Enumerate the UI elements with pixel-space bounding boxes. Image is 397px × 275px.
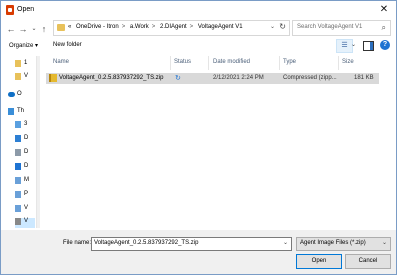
file-name-value: VoltageAgent_0.2.5.837937292_TS.zip <box>94 240 199 246</box>
column-header-name[interactable]: Name <box>53 59 69 65</box>
file-type-value: Agent Image Files (*.zip) <box>300 240 366 246</box>
cancel-button[interactable]: Cancel <box>345 254 391 269</box>
file-date: 2/12/2021 2:24 PM <box>213 75 264 81</box>
nav-item-downloads[interactable]: D <box>15 163 35 173</box>
back-arrow-icon[interactable]: ← <box>6 23 16 35</box>
new-folder-button[interactable]: New folder <box>53 42 82 48</box>
nav-item-label: P <box>24 191 29 197</box>
column-divider[interactable] <box>170 56 171 70</box>
preview-pane-icon[interactable] <box>363 41 374 51</box>
recent-locations-chevron-icon[interactable]: ⌄ <box>29 23 39 35</box>
breadcrumb-overflow[interactable]: « <box>68 24 71 30</box>
column-header-size[interactable]: Size <box>342 59 354 65</box>
nav-item-label: D <box>24 163 29 169</box>
search-input[interactable]: Search VoltageAgent V1 ⌕ <box>292 20 391 36</box>
search-icon: ⌕ <box>381 23 386 32</box>
column-divider[interactable] <box>338 56 339 70</box>
drive-icon <box>15 218 21 225</box>
onedrive-icon <box>8 92 15 97</box>
nav-item-label: V <box>24 205 29 211</box>
sync-status-icon: ↻ <box>175 75 181 82</box>
search-placeholder: Search VoltageAgent V1 <box>297 24 363 30</box>
nav-item-label: V <box>24 218 29 224</box>
videos-icon <box>15 205 21 212</box>
music-icon <box>15 177 21 184</box>
breadcrumb-onedrive[interactable]: OneDrive - Itron <box>76 24 119 30</box>
nav-item-label: V <box>24 73 29 79</box>
chevron-down-icon: ⌄ <box>381 240 387 246</box>
pictures-icon <box>15 191 21 198</box>
nav-item-music[interactable]: M <box>15 177 35 187</box>
nav-item-onedrive[interactable]: O <box>8 91 28 101</box>
close-icon[interactable]: ✕ <box>378 4 390 16</box>
nav-item-label: 3 <box>24 121 28 127</box>
up-arrow-icon[interactable]: ↑ <box>39 23 49 35</box>
file-name-label: File name: <box>63 240 92 246</box>
file-list: Name Status Date modified Type Size Volt… <box>40 56 389 228</box>
app-icon <box>6 5 14 15</box>
file-type-select[interactable]: Agent Image Files (*.zip) ⌄ <box>296 237 391 251</box>
zip-file-icon <box>49 74 57 82</box>
breadcrumb-work[interactable]: a.Work <box>130 24 149 30</box>
file-row[interactable]: VoltageAgent_0.2.5.837937292_TS.zip ↻ 2/… <box>46 73 379 84</box>
file-type: Compressed (zipp... <box>283 75 337 81</box>
open-button[interactable]: Open <box>296 254 342 269</box>
breadcrumb: « OneDrive - Itron > a.Work > 2.DIAgent > V… <box>68 24 246 30</box>
folder-icon <box>57 24 65 31</box>
file-name: VoltageAgent_0.2.5.837937292_TS.zip <box>59 75 164 81</box>
column-header-date-modified[interactable]: Date modified <box>213 59 250 65</box>
3d-objects-icon <box>15 121 21 128</box>
nav-item-label: 1 <box>24 60 28 66</box>
nav-item-drive[interactable]: V <box>15 218 35 228</box>
nav-item-this-pc[interactable]: Th <box>8 108 28 118</box>
address-bar[interactable]: « OneDrive - Itron > a.Work > 2.DIAgent > V… <box>53 20 290 36</box>
forward-arrow-icon[interactable]: → <box>18 23 28 35</box>
breadcrumb-separator-icon[interactable]: > <box>190 24 194 30</box>
file-size: 181 KB <box>354 75 374 81</box>
nav-item-label: M <box>24 177 29 183</box>
address-dropdown-icon[interactable]: ⌄ <box>270 23 275 30</box>
nav-item-label: D <box>24 135 29 141</box>
nav-item-documents[interactable]: D <box>15 149 35 159</box>
refresh-icon[interactable]: ↻ <box>279 22 286 31</box>
folder-icon <box>15 73 21 80</box>
help-icon[interactable]: ? <box>380 40 390 50</box>
nav-item-label: Th <box>17 108 25 114</box>
view-dropdown-icon[interactable]: ⌄ <box>351 41 356 48</box>
breadcrumb-separator-icon[interactable]: > <box>122 24 126 30</box>
downloads-icon <box>15 163 21 170</box>
nav-item-label: D <box>24 149 29 155</box>
organize-button[interactable]: Organize ▾ <box>9 42 38 49</box>
window-title: Open <box>17 6 35 13</box>
nav-item-label: O <box>17 91 22 97</box>
breadcrumb-voltageagent[interactable]: VoltageAgent V1 <box>198 24 243 30</box>
nav-item-pictures[interactable]: P <box>15 191 35 201</box>
desktop-icon <box>15 135 21 142</box>
navigation-pane: 1 V O Th 3 D D D M P V V <box>1 56 37 228</box>
nav-item-videos[interactable]: V <box>15 205 35 215</box>
column-header-status[interactable]: Status <box>174 59 191 65</box>
file-name-dropdown-icon[interactable]: ⌄ <box>283 239 288 246</box>
nav-item-folder-2[interactable]: V <box>15 73 35 83</box>
dialog-footer: File name: VoltageAgent_0.2.5.837937292_… <box>1 230 396 274</box>
breadcrumb-separator-icon[interactable]: > <box>152 24 156 30</box>
nav-item-3d-objects[interactable]: 3 <box>15 121 35 131</box>
column-header-type[interactable]: Type <box>283 59 296 65</box>
documents-icon <box>15 149 21 156</box>
open-dialog: Open ✕ ← → ⌄ ↑ « OneDrive - Itron > a.Wor… <box>0 0 397 275</box>
breadcrumb-diagent[interactable]: 2.DIAgent <box>160 24 187 30</box>
file-name-input[interactable]: VoltageAgent_0.2.5.837937292_TS.zip ⌄ <box>91 237 292 251</box>
nav-item-folder-1[interactable]: 1 <box>15 60 35 70</box>
folder-icon <box>15 60 21 67</box>
title-bar: Open ✕ <box>1 1 396 21</box>
computer-icon <box>8 108 14 115</box>
column-divider[interactable] <box>279 56 280 70</box>
nav-item-desktop[interactable]: D <box>15 135 35 145</box>
column-divider[interactable] <box>208 56 209 70</box>
